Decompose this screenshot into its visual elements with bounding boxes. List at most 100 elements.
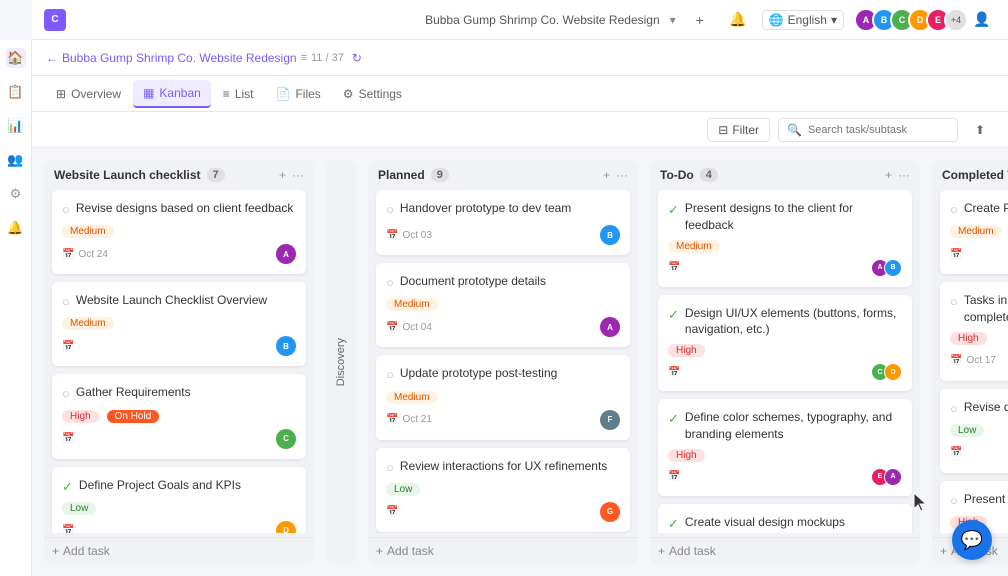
add-todo-icon[interactable]: + — [885, 168, 892, 182]
badge-row-review-ux: Low — [386, 483, 620, 496]
calendar-icon: 📅 — [950, 249, 962, 260]
team-avatars: A B C D E +4 👤 — [854, 6, 996, 34]
card-avatar-launch: B — [276, 336, 296, 356]
col-actions-planned[interactable]: + ··· — [603, 168, 628, 182]
card-create-project-plan[interactable]: ○ Create Project Plan Medium 📅 A — [940, 190, 1008, 274]
sidebar-tasks-icon[interactable]: 📋 — [6, 82, 26, 102]
card-text-design-ui-todo: Design UI/UX elements (buttons, forms, n… — [685, 305, 902, 339]
col-body-website-launch: ○ Revise designs based on client feedbac… — [44, 190, 314, 533]
card-date-gather: 📅 — [62, 433, 74, 444]
more-col-icon[interactable]: ··· — [292, 168, 304, 182]
card-title-tasks-completed: ○ Tasks in to-do that have been thorough… — [950, 292, 1008, 326]
sidebar-home-icon[interactable]: 🏠 — [6, 48, 26, 68]
search-box[interactable]: 🔍 — [778, 118, 958, 142]
col-actions-website-launch[interactable]: + ··· — [279, 168, 304, 182]
card-color-schemes[interactable]: ✓ Define color schemes, typography, and … — [658, 399, 912, 496]
card-tasks-completed[interactable]: ○ Tasks in to-do that have been thorough… — [940, 282, 1008, 381]
card-define-goals[interactable]: ✓ Define Project Goals and KPIs Low 📅 D — [52, 467, 306, 533]
flag-icon: 🌐 — [769, 13, 784, 27]
card-footer-handover: 📅 Oct 03 B — [386, 225, 620, 245]
more-planned-icon[interactable]: ··· — [616, 168, 628, 182]
chat-bubble-button[interactable]: 💬 — [952, 520, 992, 560]
card-design-ui-todo[interactable]: ✓ Design UI/UX elements (buttons, forms,… — [658, 295, 912, 392]
check-done-icon: ✓ — [668, 201, 679, 219]
search-icon: 🔍 — [787, 123, 802, 137]
card-footer-goals: 📅 D — [62, 521, 296, 533]
card-date-design-ui-todo: 📅 — [668, 367, 680, 378]
card-avatar-revise: A — [276, 244, 296, 264]
card-text-revise: Revise designs based on client feedback — [76, 200, 293, 217]
export-button[interactable]: ⬆ — [966, 116, 994, 144]
add-task-todo[interactable]: + Add task — [650, 537, 920, 564]
badge-row-gather: High On Hold — [62, 410, 296, 423]
card-avatars-design-ui-todo: C D — [871, 363, 902, 381]
add-task-label: Add task — [63, 544, 110, 558]
card-update-proto[interactable]: ○ Update prototype post-testing Medium 📅… — [376, 355, 630, 439]
filter-icon: ⊟ — [718, 123, 728, 137]
sidebar-settings-icon[interactable]: ⚙ — [6, 184, 26, 204]
add-task-planned[interactable]: + Add task — [368, 537, 638, 564]
card-footer-present: 📅 A B — [668, 259, 902, 277]
language-selector[interactable]: 🌐 English ▾ — [762, 10, 844, 30]
check-pending-icon: ○ — [62, 201, 70, 219]
tab-list-label: List — [235, 87, 254, 101]
col-actions-todo[interactable]: + ··· — [885, 168, 910, 182]
sidebar-bell-icon[interactable]: 🔔 — [6, 218, 26, 238]
badge-medium: Medium — [62, 225, 114, 238]
add-planned-icon[interactable]: + — [603, 168, 610, 182]
card-review-ux[interactable]: ○ Review interactions for UX refinements… — [376, 448, 630, 532]
card-launch-checklist[interactable]: ○ Website Launch Checklist Overview Medi… — [52, 282, 306, 366]
sidebar-team-icon[interactable]: 👥 — [6, 150, 26, 170]
breadcrumb-project: Bubba Gump Shrimp Co. Website Redesign — [62, 51, 297, 65]
card-title-visual-mockups: ✓ Create visual design mockups — [668, 514, 902, 533]
overview-icon: ⊞ — [56, 87, 66, 101]
add-task-website-launch[interactable]: + Add task — [44, 537, 314, 564]
badge-row-present: Medium — [668, 240, 902, 253]
check-pending-icon: ○ — [386, 274, 394, 292]
filter-button[interactable]: ⊟ Filter — [707, 118, 770, 142]
tab-overview[interactable]: ⊞ Overview — [46, 81, 131, 107]
check-pending-icon: ○ — [950, 201, 958, 219]
card-text-handover: Handover prototype to dev team — [400, 200, 571, 217]
back-arrow-icon[interactable]: ← — [46, 51, 58, 65]
add-member-button[interactable]: 👤 — [968, 6, 996, 34]
task-count-icon: ≡ — [301, 52, 307, 64]
card-present-client[interactable]: ✓ Present designs to the client for feed… — [658, 190, 912, 287]
add-col-icon[interactable]: + — [279, 168, 286, 182]
nav-tabs: ⊞ Overview ▦ Kanban ≡ List 📄 Files ⚙ Set… — [32, 76, 1008, 112]
card-text-present: Present designs to the client for feedba… — [685, 200, 902, 234]
calendar-icon: 📅 — [668, 471, 680, 482]
search-input[interactable] — [808, 124, 948, 136]
card-footer-revise-completed: 📅 B — [950, 443, 1008, 463]
date-text-revise: Oct 24 — [78, 249, 107, 260]
card-handover[interactable]: ○ Handover prototype to dev team 📅 Oct 0… — [376, 190, 630, 255]
date-text-update-proto: Oct 21 — [402, 414, 431, 425]
card-text-document: Document prototype details — [400, 273, 546, 290]
card-gather-requirements[interactable]: ○ Gather Requirements High On Hold 📅 C — [52, 374, 306, 458]
check-pending-icon: ○ — [386, 201, 394, 219]
card-revise-designs[interactable]: ○ Revise designs based on client feedbac… — [52, 190, 306, 274]
badge-row-tasks-completed: High — [950, 332, 1008, 345]
tab-files[interactable]: 📄 Files — [266, 81, 331, 107]
sidebar-analytics-icon[interactable]: 📊 — [6, 116, 26, 136]
check-pending-icon: ○ — [950, 400, 958, 418]
add-button[interactable]: + — [686, 6, 714, 34]
column-discovery[interactable]: Discovery — [326, 160, 356, 564]
notification-bell-icon[interactable]: 🔔 — [724, 6, 752, 34]
card-date-goals: 📅 — [62, 525, 74, 533]
chevron-down-icon[interactable]: ▾ — [670, 13, 676, 27]
badge-high: High — [950, 332, 987, 345]
card-document[interactable]: ○ Document prototype details Medium 📅 Oc… — [376, 263, 630, 347]
todo-label: To-Do — [660, 168, 694, 182]
card-text-review-ux: Review interactions for UX refinements — [400, 458, 607, 475]
tab-kanban[interactable]: ▦ Kanban — [133, 80, 211, 108]
card-footer-update-proto: 📅 Oct 21 F — [386, 410, 620, 430]
tab-settings[interactable]: ⚙ Settings — [333, 81, 412, 107]
tab-list[interactable]: ≡ List — [213, 81, 264, 107]
tab-overview-label: Overview — [71, 87, 121, 101]
card-revise-completed[interactable]: ○ Revise designs based on client feedbac… — [940, 389, 1008, 473]
add-icon: + — [52, 544, 59, 558]
card-visual-mockups[interactable]: ✓ Create visual design mockups Low 📅 D — [658, 504, 912, 533]
card-date-document: 📅 Oct 04 — [386, 322, 432, 333]
more-todo-icon[interactable]: ··· — [898, 168, 910, 182]
